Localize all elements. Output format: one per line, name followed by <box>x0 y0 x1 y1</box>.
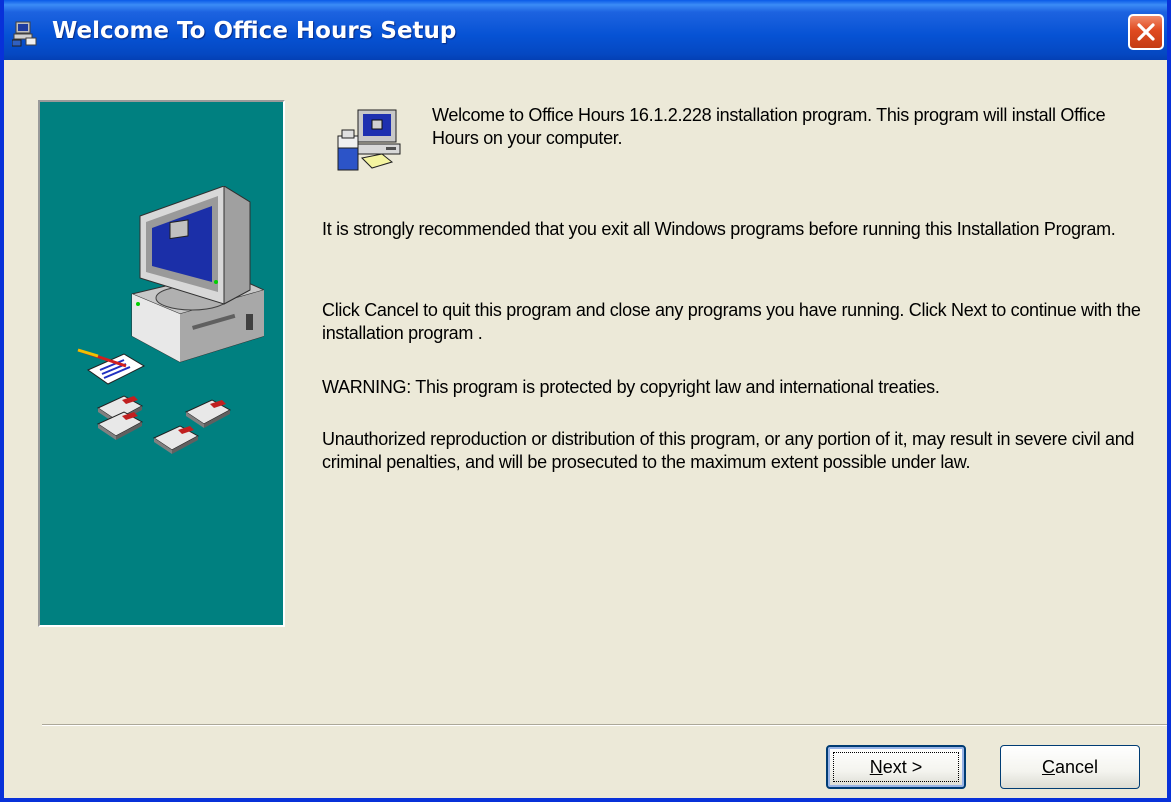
recommendation-text: It is strongly recommended that you exit… <box>322 219 1116 239</box>
setup-window: Welcome To Office Hours Setup Welcome to… <box>0 0 1171 802</box>
setup-computer-icon <box>11 20 40 48</box>
cancel-button[interactable]: Cancel <box>1000 745 1140 789</box>
next-button[interactable]: Next > <box>826 745 966 789</box>
intro-text: Welcome to Office Hours 16.1.2.228 insta… <box>432 105 1106 148</box>
warning-text: WARNING: This program is protected by co… <box>322 377 940 397</box>
side-panel <box>38 100 285 627</box>
window-title: Welcome To Office Hours Setup <box>52 18 457 44</box>
instructions-text: Click Cancel to quit this program and cl… <box>322 300 1141 343</box>
button-separator <box>42 724 1167 726</box>
computer-with-disks-illustration <box>77 186 264 454</box>
legal-text: Unauthorized reproduction or distributio… <box>322 429 1135 472</box>
close-button[interactable] <box>1128 14 1164 50</box>
focus-rectangle <box>833 752 959 782</box>
title-bar[interactable]: Welcome To Office Hours Setup <box>4 0 1167 60</box>
setup-computer-icon <box>336 108 402 177</box>
cancel-button-label: Cancel <box>1041 756 1099 777</box>
